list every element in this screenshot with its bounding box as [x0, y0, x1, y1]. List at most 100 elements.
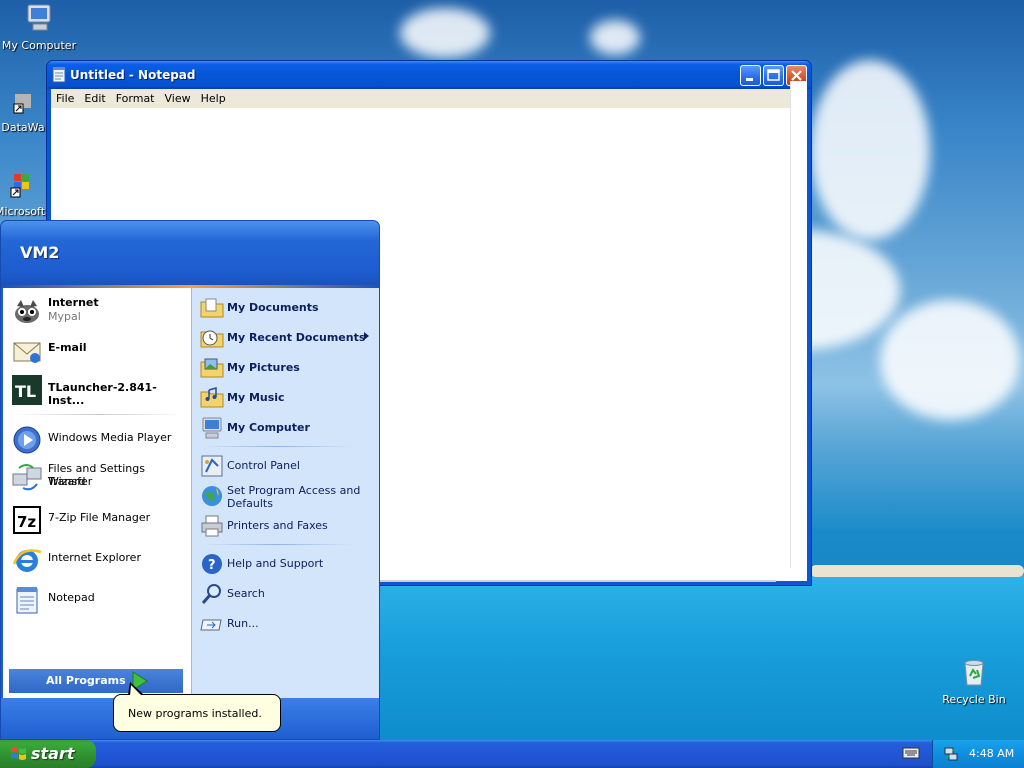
start-menu-left-pane: Internet Mypal E-mail TL TLauncher-2.841…: [3, 288, 191, 727]
recent-label-line2: Wizard: [48, 475, 86, 488]
notepad-icon: [16, 587, 38, 614]
transfer-wizard-icon: [12, 464, 42, 491]
internet-explorer-icon: [12, 549, 42, 572]
menu-format[interactable]: Format: [111, 89, 160, 108]
right-label: Run...: [227, 617, 259, 630]
right-search[interactable]: Search: [198, 579, 376, 607]
taskbar: start 4:48 AM: [0, 740, 1024, 768]
search-icon: [201, 584, 221, 604]
windows-logo-icon: [11, 747, 26, 760]
recent-label: Windows Media Player: [48, 431, 172, 444]
right-label: Control Panel: [227, 459, 300, 472]
beach-sand: [810, 565, 1024, 577]
recent-windows-media-player[interactable]: Windows Media Player: [9, 422, 187, 458]
control-panel-icon: [201, 455, 223, 477]
recent-documents-icon: [200, 330, 224, 348]
desktop-icon-label: Microsoft: [0, 205, 46, 218]
recent-label: Internet Explorer: [48, 551, 141, 564]
menu-file[interactable]: File: [51, 89, 79, 108]
maximize-icon: [767, 69, 780, 81]
help-icon: ?: [202, 554, 222, 574]
minimize-button[interactable]: [740, 65, 761, 86]
folder-icon: [200, 298, 224, 318]
left-separator: [13, 414, 183, 415]
my-computer-icon: [27, 4, 51, 31]
network-icon[interactable]: [943, 746, 959, 762]
right-my-music[interactable]: My Music: [198, 383, 376, 411]
window-title: Untitled - Notepad: [70, 68, 196, 82]
notepad-icon: [52, 67, 66, 83]
start-menu-header: VM2: [1, 221, 379, 285]
right-my-documents[interactable]: My Documents: [198, 293, 376, 321]
keyboard-icon[interactable]: [902, 746, 920, 760]
maximize-button[interactable]: [763, 65, 784, 86]
pinned-label: TLauncher-2.841-Inst...: [48, 381, 157, 407]
desktop-icon-my-computer[interactable]: My Computer: [0, 2, 79, 52]
menu-view[interactable]: View: [160, 89, 196, 108]
right-run[interactable]: Run...: [198, 609, 376, 637]
shortcut-icon: [13, 94, 31, 114]
right-label-line2: Defaults: [227, 497, 273, 510]
start-menu-right-pane: My Documents My Recent Documents My Pict…: [191, 288, 379, 698]
right-label: My Computer: [227, 421, 310, 434]
right-separator: [202, 544, 352, 545]
shortcut-icon: [10, 174, 29, 198]
right-my-pictures[interactable]: My Pictures: [198, 353, 376, 381]
desktop-icon-label: Recycle Bin: [942, 693, 1006, 706]
pinned-internet[interactable]: Internet Mypal: [9, 294, 187, 330]
right-label: Help and Support: [227, 557, 324, 570]
notepad-titlebar[interactable]: Untitled - Notepad: [47, 61, 811, 89]
desktop-icon-microsoft[interactable]: Microsoft: [0, 172, 48, 218]
program-access-icon: [202, 486, 222, 506]
browser-icon: [15, 300, 39, 323]
music-icon: [200, 387, 224, 408]
right-my-computer[interactable]: My Computer: [198, 413, 376, 441]
minimize-icon: [746, 78, 753, 81]
media-player-icon: [13, 426, 41, 454]
svg-text:7z: 7z: [17, 513, 36, 531]
7zip-icon: 7z: [13, 506, 41, 534]
pinned-tlauncher[interactable]: TL TLauncher-2.841-Inst...: [9, 372, 187, 408]
right-help-support[interactable]: ? Help and Support: [198, 549, 376, 577]
all-programs-label: All Programs: [46, 674, 126, 687]
email-icon: [13, 342, 41, 363]
desktop-icon-recycle-bin[interactable]: Recycle Bin: [934, 656, 1014, 706]
recent-internet-explorer[interactable]: Internet Explorer: [9, 542, 187, 578]
start-label: start: [31, 744, 75, 763]
pinned-label: Internet: [48, 296, 99, 309]
clock[interactable]: 4:48 AM: [969, 747, 1014, 760]
start-button[interactable]: start: [0, 740, 96, 768]
right-set-program-access[interactable]: Set Program Access and Defaults: [198, 481, 376, 513]
right-my-recent-documents[interactable]: My Recent Documents: [198, 323, 376, 351]
right-control-panel[interactable]: Control Panel: [198, 451, 376, 479]
svg-text:?: ?: [208, 558, 216, 573]
pinned-email[interactable]: E-mail: [9, 332, 187, 368]
user-name: VM2: [20, 243, 60, 262]
pinned-sublabel: Mypal: [48, 310, 81, 323]
system-tray: 4:48 AM: [932, 740, 1024, 768]
menu-edit[interactable]: Edit: [79, 89, 110, 108]
recent-notepad[interactable]: Notepad: [9, 582, 187, 618]
right-label: My Music: [227, 391, 285, 404]
right-label: My Pictures: [227, 361, 300, 374]
right-label: My Recent Documents: [227, 331, 366, 344]
recent-files-settings-transfer[interactable]: Files and Settings Transfer Wizard: [9, 460, 187, 496]
my-computer-icon: [202, 417, 222, 439]
right-label: Set Program Access and: [227, 484, 361, 497]
run-icon: [200, 619, 222, 631]
right-label: Search: [227, 587, 265, 600]
recycle-bin-icon: [964, 660, 984, 686]
right-label: My Documents: [227, 301, 319, 314]
all-programs-button[interactable]: All Programs: [9, 669, 183, 693]
balloon-tail-fill: [130, 685, 142, 696]
recent-7zip[interactable]: 7z 7-Zip File Manager: [9, 502, 187, 538]
vertical-scrollbar[interactable]: [790, 81, 807, 568]
horizontal-scrollbar[interactable]: [377, 580, 776, 582]
pinned-label: E-mail: [48, 341, 87, 354]
desktop-icon-label: My Computer: [1, 39, 77, 52]
menu-bar: File Edit Format View Help: [51, 89, 807, 108]
notification-balloon[interactable]: New programs installed.: [113, 694, 281, 732]
menu-help[interactable]: Help: [196, 89, 231, 108]
right-printers-faxes[interactable]: Printers and Faxes: [198, 511, 376, 539]
right-separator: [202, 446, 352, 447]
